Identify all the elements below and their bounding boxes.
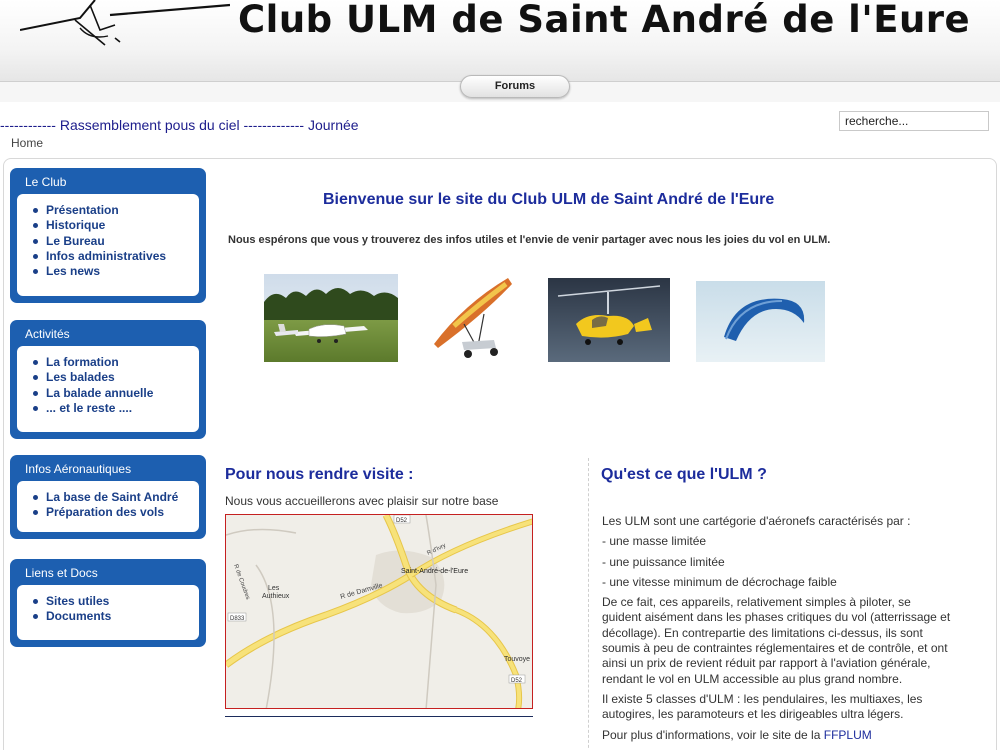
autogire-photo (548, 278, 670, 362)
sidebar-item-base-saint-andre[interactable]: La base de Saint André (31, 490, 193, 505)
sidebar-box-title: Liens et Docs (25, 566, 98, 580)
sidebar-box-liens-docs: Liens et Docs Sites utiles Documents (10, 559, 206, 647)
column-divider (588, 458, 589, 750)
site-title: Club ULM de Saint André de l'Eure (238, 0, 971, 41)
sidebar-box-title: Activités (25, 327, 70, 341)
sidebar-menu: Sites utiles Documents (17, 585, 199, 640)
sidebar-box-title: Le Club (25, 175, 67, 189)
ulm-criterion: - une puissance limitée (602, 554, 725, 569)
sidebar-menu: Présentation Historique Le Bureau Infos … (17, 194, 199, 296)
sidebar-item-balade-annuelle[interactable]: La balade annuelle (31, 386, 193, 401)
ulm-intro: Les ULM sont une cartégorie d'aéronefs c… (602, 514, 911, 528)
visit-section-text: Nous vous accueillerons avec plaisir sur… (225, 494, 499, 508)
map-label-village-1: Les (268, 585, 280, 592)
map-label-road-1: D52 (396, 518, 408, 524)
site-header: Club ULM de Saint André de l'Eure (0, 0, 1000, 82)
map-label-road-2: D833 (230, 616, 245, 622)
sidebar-item-sites-utiles[interactable]: Sites utiles (31, 594, 193, 609)
ulm-criterion: - une masse limitée (602, 534, 707, 549)
ulm-section-title: Qu'est ce que l'ULM ? (601, 466, 767, 483)
section-divider (225, 716, 533, 717)
sidebar-box-title: Infos Aéronautiques (25, 462, 132, 476)
map-label-road-3: D52 (511, 678, 523, 684)
sidebar-item-bureau[interactable]: Le Bureau (31, 234, 193, 249)
sidebar-box-infos-aeronautiques: Infos Aéronautiques La base de Saint And… (10, 455, 206, 539)
ulm-section-body: Les ULM sont une cartégorie d'aéronefs c… (602, 514, 952, 748)
sidebar-menu: La formation Les balades La balade annue… (17, 346, 199, 432)
news-marquee: ------------ Rassemblement pous du ciel … (0, 117, 359, 133)
sidebar-box-activites: Activités La formation Les balades La ba… (10, 320, 206, 439)
pendulaire-trike-photo (424, 274, 518, 362)
welcome-text: Nous espérons que vous y trouverez des i… (228, 234, 831, 246)
breadcrumb[interactable]: Home (11, 136, 43, 150)
sidebar-box-le-club: Le Club Présentation Historique Le Burea… (10, 168, 206, 303)
multiaxe-aircraft-photo (264, 274, 398, 362)
sidebar-item-et-le-reste[interactable]: ... et le reste .... (31, 401, 193, 416)
ulm-more-info: Pour plus d'informations, voir le site d… (602, 728, 952, 743)
sidebar-item-documents[interactable]: Documents (31, 609, 193, 624)
sidebar-item-preparation-vols[interactable]: Préparation des vols (31, 505, 193, 520)
ulm-paragraph: De ce fait, ces appareils, relativement … (602, 595, 951, 686)
ulm-classes: Il existe 5 classes d'ULM : les pendulai… (602, 691, 923, 722)
visit-section-title: Pour nous rendre visite : (225, 466, 414, 483)
sidebar-menu: La base de Saint André Préparation des v… (17, 481, 199, 532)
paramoteur-photo (696, 281, 825, 362)
search-input[interactable] (839, 111, 989, 131)
club-logo-sketch (20, 0, 230, 46)
map-label-town: Saint-André-de-l'Eure (401, 568, 468, 575)
map-label-village-2: Authieux (262, 593, 290, 600)
ulm-criterion: - une vitesse minimum de décrochage faib… (602, 574, 837, 589)
welcome-title: Bienvenue sur le site du Club ULM de Sai… (323, 191, 775, 208)
sidebar-item-infos-administratives[interactable]: Infos administratives (31, 249, 193, 264)
sidebar-item-balades[interactable]: Les balades (31, 370, 193, 385)
ulm-more-prefix: Pour plus d'informations, voir le site d… (602, 727, 821, 742)
sidebar-item-formation[interactable]: La formation (31, 355, 193, 370)
sidebar-item-news[interactable]: Les news (31, 264, 193, 279)
sidebar-item-presentation[interactable]: Présentation (31, 203, 193, 218)
sidebar-item-historique[interactable]: Historique (31, 218, 193, 233)
location-map[interactable]: Saint-André-de-l'Eure Les Authieux Touvo… (225, 514, 533, 709)
ffplum-link[interactable]: FFPLUM (824, 728, 872, 742)
nav-tab-forums[interactable]: Forums (460, 75, 570, 98)
map-label-village-3: Touvoye (504, 656, 530, 663)
